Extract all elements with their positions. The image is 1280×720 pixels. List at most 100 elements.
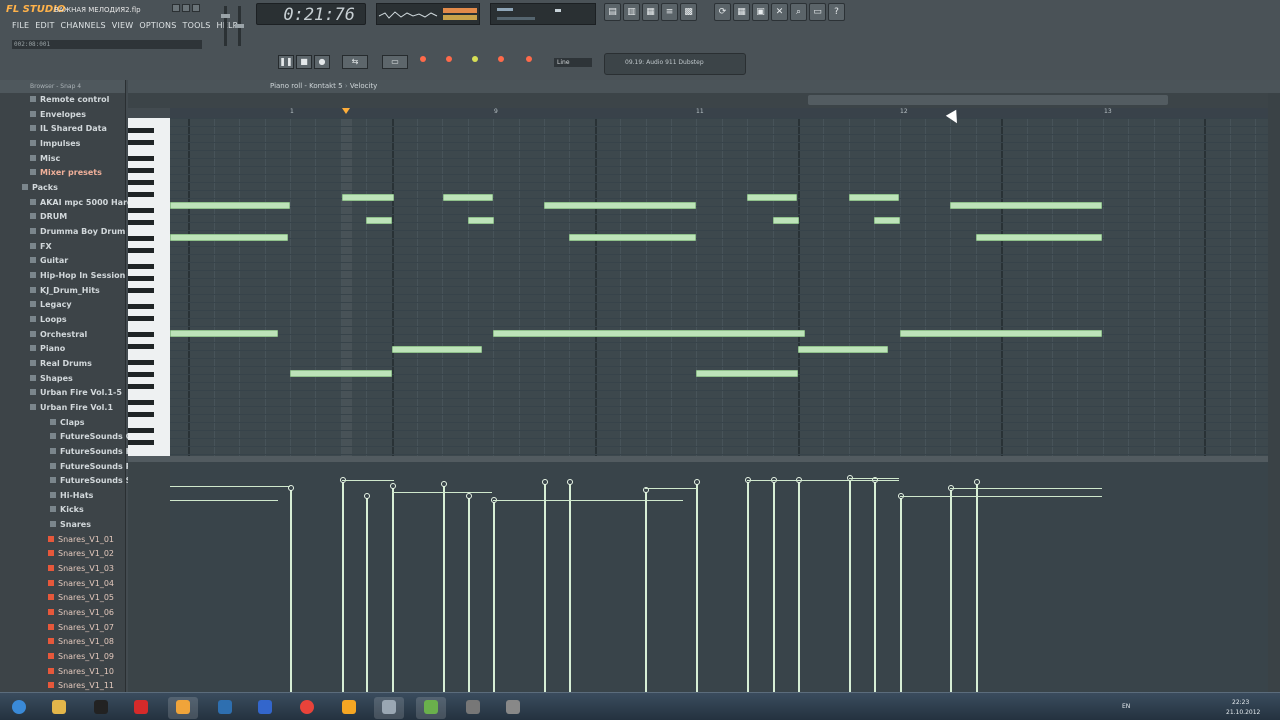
song-time-display[interactable]: 0:21:76 [256, 3, 366, 25]
browser-folder[interactable]: Hip-Hop In Session S... [30, 269, 143, 283]
velocity-bar[interactable] [468, 496, 470, 692]
black-key[interactable] [128, 316, 154, 321]
note[interactable] [874, 217, 900, 224]
piano-keyboard[interactable] [128, 118, 170, 456]
menu-channels[interactable]: CHANNELS [61, 21, 106, 30]
option-led[interactable] [472, 56, 478, 62]
velocity-bar[interactable] [773, 480, 775, 692]
browser-folder[interactable]: FutureSounds S... [50, 474, 140, 488]
menu-file[interactable]: FILE [12, 21, 29, 30]
velocity-bar[interactable] [290, 488, 292, 692]
note[interactable] [290, 370, 392, 377]
browser-folder[interactable]: Urban Fire Vol.1-5 [30, 386, 122, 400]
note[interactable] [849, 194, 899, 201]
maximize-button[interactable] [182, 4, 190, 12]
grid-icon[interactable]: ▦ [733, 3, 750, 21]
velocity-bar[interactable] [874, 480, 876, 692]
velocity-bar[interactable] [569, 482, 571, 692]
app-icon[interactable] [416, 697, 446, 719]
browser-file[interactable]: Snares_V1_05 [48, 591, 114, 605]
option-led[interactable] [526, 56, 532, 62]
app-icon[interactable] [250, 697, 280, 719]
refresh-icon[interactable]: ⟳ [714, 3, 731, 21]
note[interactable] [773, 217, 799, 224]
browser-folder[interactable]: Mixer presets [30, 166, 102, 180]
black-key[interactable] [128, 264, 154, 269]
browser-folder[interactable]: Piano [30, 342, 65, 356]
browser-file[interactable]: Snares_V1_03 [48, 562, 114, 576]
mixer-button[interactable]: ▩ [680, 3, 697, 21]
browser-folder[interactable]: Kicks [50, 503, 84, 517]
note[interactable] [696, 370, 798, 377]
velocity-bar[interactable] [950, 488, 952, 692]
chrome-icon[interactable] [292, 697, 322, 719]
velocity-bar[interactable] [366, 496, 368, 692]
note[interactable] [569, 234, 696, 241]
note[interactable] [798, 346, 888, 353]
browser-file[interactable]: Snares_V1_07 [48, 621, 114, 635]
black-key[interactable] [128, 168, 154, 173]
app-icon[interactable] [210, 697, 240, 719]
browser-folder[interactable]: Loops [30, 313, 67, 327]
clock-date[interactable]: 21.10.2012 [1226, 709, 1260, 716]
black-key[interactable] [128, 440, 154, 445]
master-pitch-slider[interactable] [235, 6, 244, 46]
browser-folder[interactable]: Real Drums [30, 357, 92, 371]
black-key[interactable] [128, 412, 154, 417]
velocity-bar[interactable] [342, 480, 344, 692]
note[interactable] [366, 217, 392, 224]
start-button[interactable] [4, 697, 34, 719]
browser-folder[interactable]: Impulses [30, 137, 80, 151]
app-icon[interactable] [126, 697, 156, 719]
browser-file[interactable]: Snares_V1_02 [48, 547, 114, 561]
browser-file[interactable]: Snares_V1_04 [48, 577, 114, 591]
stop-button[interactable]: ■ [296, 55, 312, 69]
black-key[interactable] [128, 332, 154, 337]
play-pause-button[interactable]: ❚❚ [278, 55, 294, 69]
black-key[interactable] [128, 288, 154, 293]
browser-folder[interactable]: FX [30, 240, 52, 254]
velocity-editor[interactable] [170, 462, 1268, 692]
black-key[interactable] [128, 344, 154, 349]
record-button[interactable]: ● [314, 55, 330, 69]
velocity-bar[interactable] [493, 500, 495, 692]
browser-folder[interactable]: FutureSounds C... [50, 430, 141, 444]
black-key[interactable] [128, 192, 154, 197]
velocity-handle[interactable] [390, 483, 396, 489]
black-key[interactable] [128, 372, 154, 377]
black-key[interactable] [128, 276, 154, 281]
app-icon[interactable] [458, 697, 488, 719]
help-icon[interactable]: ? [828, 3, 845, 21]
playhead-marker[interactable] [342, 108, 350, 114]
note[interactable] [342, 194, 394, 201]
browser-file[interactable]: Snares_V1_01 [48, 533, 114, 547]
option-led[interactable] [446, 56, 452, 62]
option-led[interactable] [420, 56, 426, 62]
note[interactable] [950, 202, 1102, 209]
note[interactable] [747, 194, 797, 201]
note[interactable] [170, 234, 288, 241]
snap-select[interactable]: Line [554, 58, 592, 67]
black-key[interactable] [128, 400, 154, 405]
vertical-scrollbar[interactable] [1268, 93, 1280, 692]
browser-folder[interactable]: Urban Fire Vol.1 [30, 401, 113, 415]
menu-view[interactable]: VIEW [112, 21, 134, 30]
note[interactable] [900, 330, 1102, 337]
velocity-bar[interactable] [900, 496, 902, 692]
velocity-bar[interactable] [392, 486, 394, 692]
browser-folder[interactable]: FutureSounds P... [50, 460, 139, 474]
menu-options[interactable]: OPTIONS [139, 21, 176, 30]
note[interactable] [544, 202, 696, 209]
velocity-handle[interactable] [542, 479, 548, 485]
note[interactable] [493, 330, 805, 337]
velocity-handle[interactable] [567, 479, 573, 485]
menu-edit[interactable]: EDIT [35, 21, 54, 30]
velocity-handle[interactable] [441, 481, 447, 487]
black-key[interactable] [128, 304, 154, 309]
option-led[interactable] [498, 56, 504, 62]
note-grid[interactable] [170, 118, 1268, 456]
browser-button[interactable]: ≡ [661, 3, 678, 21]
explorer-icon[interactable] [44, 697, 74, 719]
browser-folder[interactable]: KJ_Drum_Hits [30, 284, 100, 298]
browser-folder[interactable]: Snares [50, 518, 91, 532]
